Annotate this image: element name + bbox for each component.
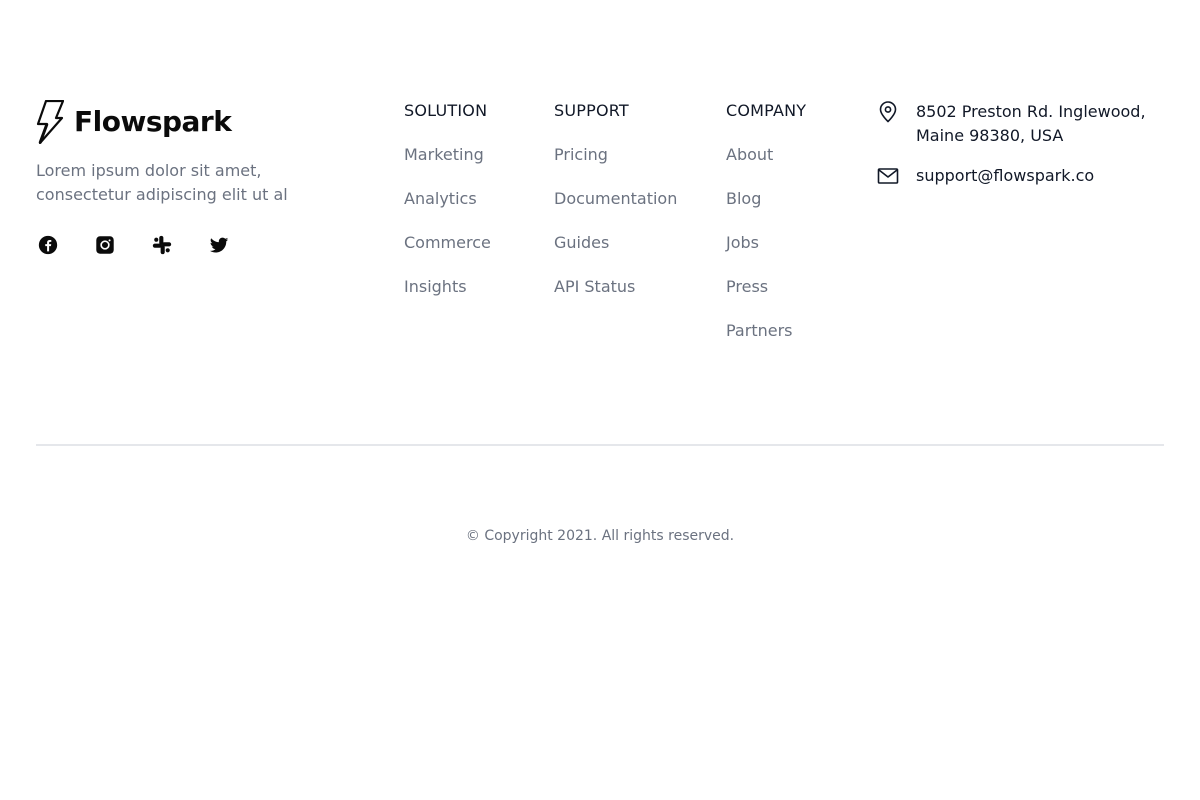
- column-title: COMPANY: [726, 101, 807, 120]
- footer-link-about[interactable]: About: [726, 144, 806, 166]
- link-list: About Blog Jobs Press Partners: [726, 144, 806, 342]
- logo[interactable]: Flowspark: [36, 100, 336, 144]
- footer-link-analytics[interactable]: Analytics: [404, 188, 491, 210]
- map-pin-icon: [879, 101, 897, 123]
- lightning-bolt-logo-icon: [36, 100, 64, 144]
- footer-link-api-status[interactable]: API Status: [554, 276, 677, 298]
- footer-link-press[interactable]: Press: [726, 276, 806, 298]
- footer-column-solution: SOLUTION Marketing Analytics Commerce In…: [404, 100, 491, 298]
- footer-link-guides[interactable]: Guides: [554, 232, 677, 254]
- site-footer: Flowspark Lorem ipsum dolor sit amet, co…: [36, 0, 1164, 800]
- link-list: Marketing Analytics Commerce Insights: [404, 144, 491, 298]
- brand-name: Flowspark: [74, 105, 232, 138]
- link-list: Pricing Documentation Guides API Status: [554, 144, 677, 298]
- brand-block: Flowspark Lorem ipsum dolor sit amet, co…: [36, 100, 336, 257]
- address-line-1: 8502 Preston Rd. Inglewood,: [916, 102, 1146, 121]
- footer-link-insights[interactable]: Insights: [404, 276, 491, 298]
- twitter-icon[interactable]: [207, 233, 231, 257]
- facebook-icon[interactable]: [36, 233, 60, 257]
- footer-link-partners[interactable]: Partners: [726, 320, 806, 342]
- footer-column-company: COMPANY About Blog Jobs Press Partners: [726, 100, 806, 342]
- brand-tagline: Lorem ipsum dolor sit amet, consectetur …: [36, 161, 288, 204]
- address-row: 8502 Preston Rd. Inglewood, Maine 98380,…: [876, 100, 1164, 148]
- footer-link-documentation[interactable]: Documentation: [554, 188, 677, 210]
- column-title: SOLUTION: [404, 101, 488, 120]
- contact-block: 8502 Preston Rd. Inglewood, Maine 98380,…: [876, 100, 1164, 188]
- copyright-text: © Copyright 2021. All rights reserved.: [465, 528, 735, 544]
- social-links: [36, 233, 336, 257]
- footer-link-marketing[interactable]: Marketing: [404, 144, 491, 166]
- footer-divider: [36, 444, 1164, 446]
- address: 8502 Preston Rd. Inglewood, Maine 98380,…: [916, 100, 1146, 148]
- instagram-icon[interactable]: [93, 233, 117, 257]
- mail-icon: [877, 168, 899, 184]
- footer-link-commerce[interactable]: Commerce: [404, 232, 491, 254]
- email-link[interactable]: support@flowspark.co: [916, 164, 1094, 188]
- footer-column-support: SUPPORT Pricing Documentation Guides API…: [554, 100, 677, 298]
- address-line-2: Maine 98380, USA: [916, 126, 1064, 145]
- email-row[interactable]: support@flowspark.co: [876, 164, 1164, 188]
- footer-link-blog[interactable]: Blog: [726, 188, 806, 210]
- footer-link-pricing[interactable]: Pricing: [554, 144, 677, 166]
- footer-link-jobs[interactable]: Jobs: [726, 232, 806, 254]
- column-title: SUPPORT: [554, 101, 629, 120]
- slack-icon[interactable]: [150, 233, 174, 257]
